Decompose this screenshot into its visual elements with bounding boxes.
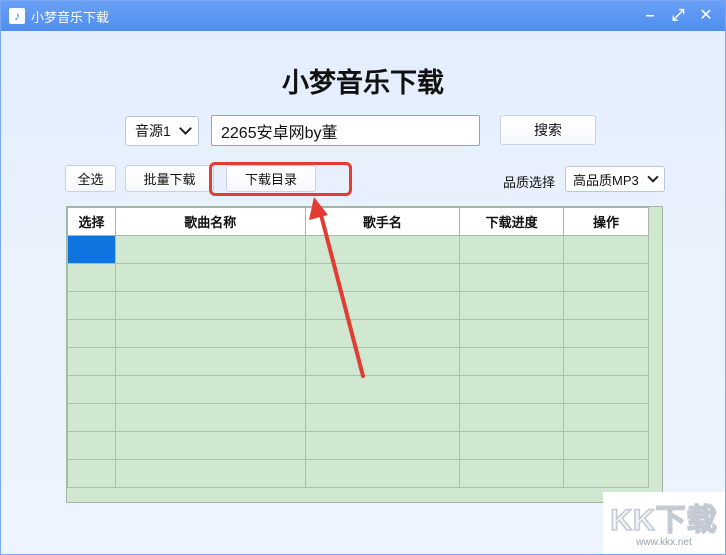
row-artist-cell[interactable] [304,291,461,320]
row-progress-cell[interactable] [459,291,565,320]
row-song-name-cell[interactable] [114,235,306,264]
watermark: KK下载 www.kkx.net [603,492,725,554]
quality-select[interactable]: 高品质MP3 [565,166,665,192]
batch-download-button[interactable]: 批量下载 [125,165,214,192]
select-all-button[interactable]: 全选 [65,165,116,192]
row-song-name-cell[interactable] [114,403,306,432]
row-artist-cell[interactable] [304,319,461,348]
column-header-select[interactable]: 选择 [67,207,116,236]
table-header-row: 选择 歌曲名称 歌手名 下载进度 操作 [67,207,649,236]
table-row[interactable] [67,431,649,460]
annotation-highlight-box [209,162,352,196]
table-row[interactable] [67,263,649,292]
window-title: 小梦音乐下载 [31,9,110,25]
row-select-cell[interactable] [67,459,116,488]
row-artist-cell[interactable] [304,431,461,460]
source-select[interactable]: 音源1 [125,116,199,146]
row-select-cell[interactable] [67,263,116,292]
row-action-cell[interactable] [563,235,649,264]
table-row[interactable] [67,459,649,488]
quality-label: 品质选择 [503,175,556,190]
table-row[interactable] [67,319,649,348]
select-all-label: 全选 [77,172,104,187]
row-action-cell[interactable] [563,403,649,432]
row-progress-cell[interactable] [459,403,565,432]
row-select-cell[interactable] [67,291,116,320]
row-action-cell[interactable] [563,291,649,320]
row-progress-cell[interactable] [459,459,565,488]
row-song-name-cell[interactable] [114,319,306,348]
minimize-icon[interactable]: – [639,5,661,27]
row-action-cell[interactable] [563,263,649,292]
song-table: 选择 歌曲名称 歌手名 下载进度 操作 [67,207,649,488]
table-row[interactable] [67,403,649,432]
row-progress-cell[interactable] [459,235,565,264]
row-song-name-cell[interactable] [114,263,306,292]
row-song-name-cell[interactable] [114,459,306,488]
page-title: 小梦音乐下载 [282,68,444,98]
row-select-cell[interactable] [67,403,116,432]
row-select-cell[interactable] [67,319,116,348]
source-select-value: 音源1 [135,123,171,139]
chevron-down-icon [647,171,659,183]
close-icon[interactable]: ✕ [695,5,717,27]
row-progress-cell[interactable] [459,347,565,376]
maximize-icon[interactable]: ⤢ [667,5,689,27]
table-body [67,235,649,488]
watermark-logo: KK下载 [610,503,718,538]
row-artist-cell[interactable] [304,347,461,376]
table-row[interactable] [67,375,649,404]
row-progress-cell[interactable] [459,431,565,460]
search-button[interactable]: 搜索 [500,115,596,145]
row-artist-cell[interactable] [304,403,461,432]
row-action-cell[interactable] [563,375,649,404]
window-controls: – ⤢ ✕ [633,1,717,31]
row-progress-cell[interactable] [459,263,565,292]
row-action-cell[interactable] [563,319,649,348]
column-header-song-name[interactable]: 歌曲名称 [114,207,306,236]
row-artist-cell[interactable] [304,459,461,488]
batch-download-label: 批量下载 [143,172,196,187]
row-select-cell[interactable] [67,347,116,376]
table-row[interactable] [67,235,649,264]
table-row[interactable] [67,291,649,320]
column-header-progress[interactable]: 下载进度 [459,207,565,236]
row-progress-cell[interactable] [459,375,565,404]
app-window: ♪ 小梦音乐下载 – ⤢ ✕ 小梦音乐下载 音源1 搜索 全选 批量下载 下载目… [0,0,726,555]
row-action-cell[interactable] [563,459,649,488]
table-row[interactable] [67,347,649,376]
search-input[interactable] [211,115,480,146]
music-note-icon: ♪ [9,8,25,24]
column-header-action[interactable]: 操作 [563,207,649,236]
row-action-cell[interactable] [563,431,649,460]
row-select-cell[interactable] [67,375,116,404]
row-artist-cell[interactable] [304,375,461,404]
search-button-label: 搜索 [534,122,562,138]
chevron-down-icon [179,122,192,135]
row-select-cell[interactable] [67,431,116,460]
row-song-name-cell[interactable] [114,375,306,404]
row-song-name-cell[interactable] [114,347,306,376]
column-header-artist[interactable]: 歌手名 [304,207,461,236]
row-song-name-cell[interactable] [114,291,306,320]
row-action-cell[interactable] [563,347,649,376]
row-song-name-cell[interactable] [114,431,306,460]
title-bar[interactable]: ♪ 小梦音乐下载 – ⤢ ✕ [1,1,725,31]
row-artist-cell[interactable] [304,263,461,292]
row-progress-cell[interactable] [459,319,565,348]
quality-select-value: 高品质MP3 [573,172,639,188]
row-artist-cell[interactable] [304,235,461,264]
song-table-container[interactable]: 选择 歌曲名称 歌手名 下载进度 操作 [66,206,663,503]
row-select-cell[interactable] [67,235,116,264]
